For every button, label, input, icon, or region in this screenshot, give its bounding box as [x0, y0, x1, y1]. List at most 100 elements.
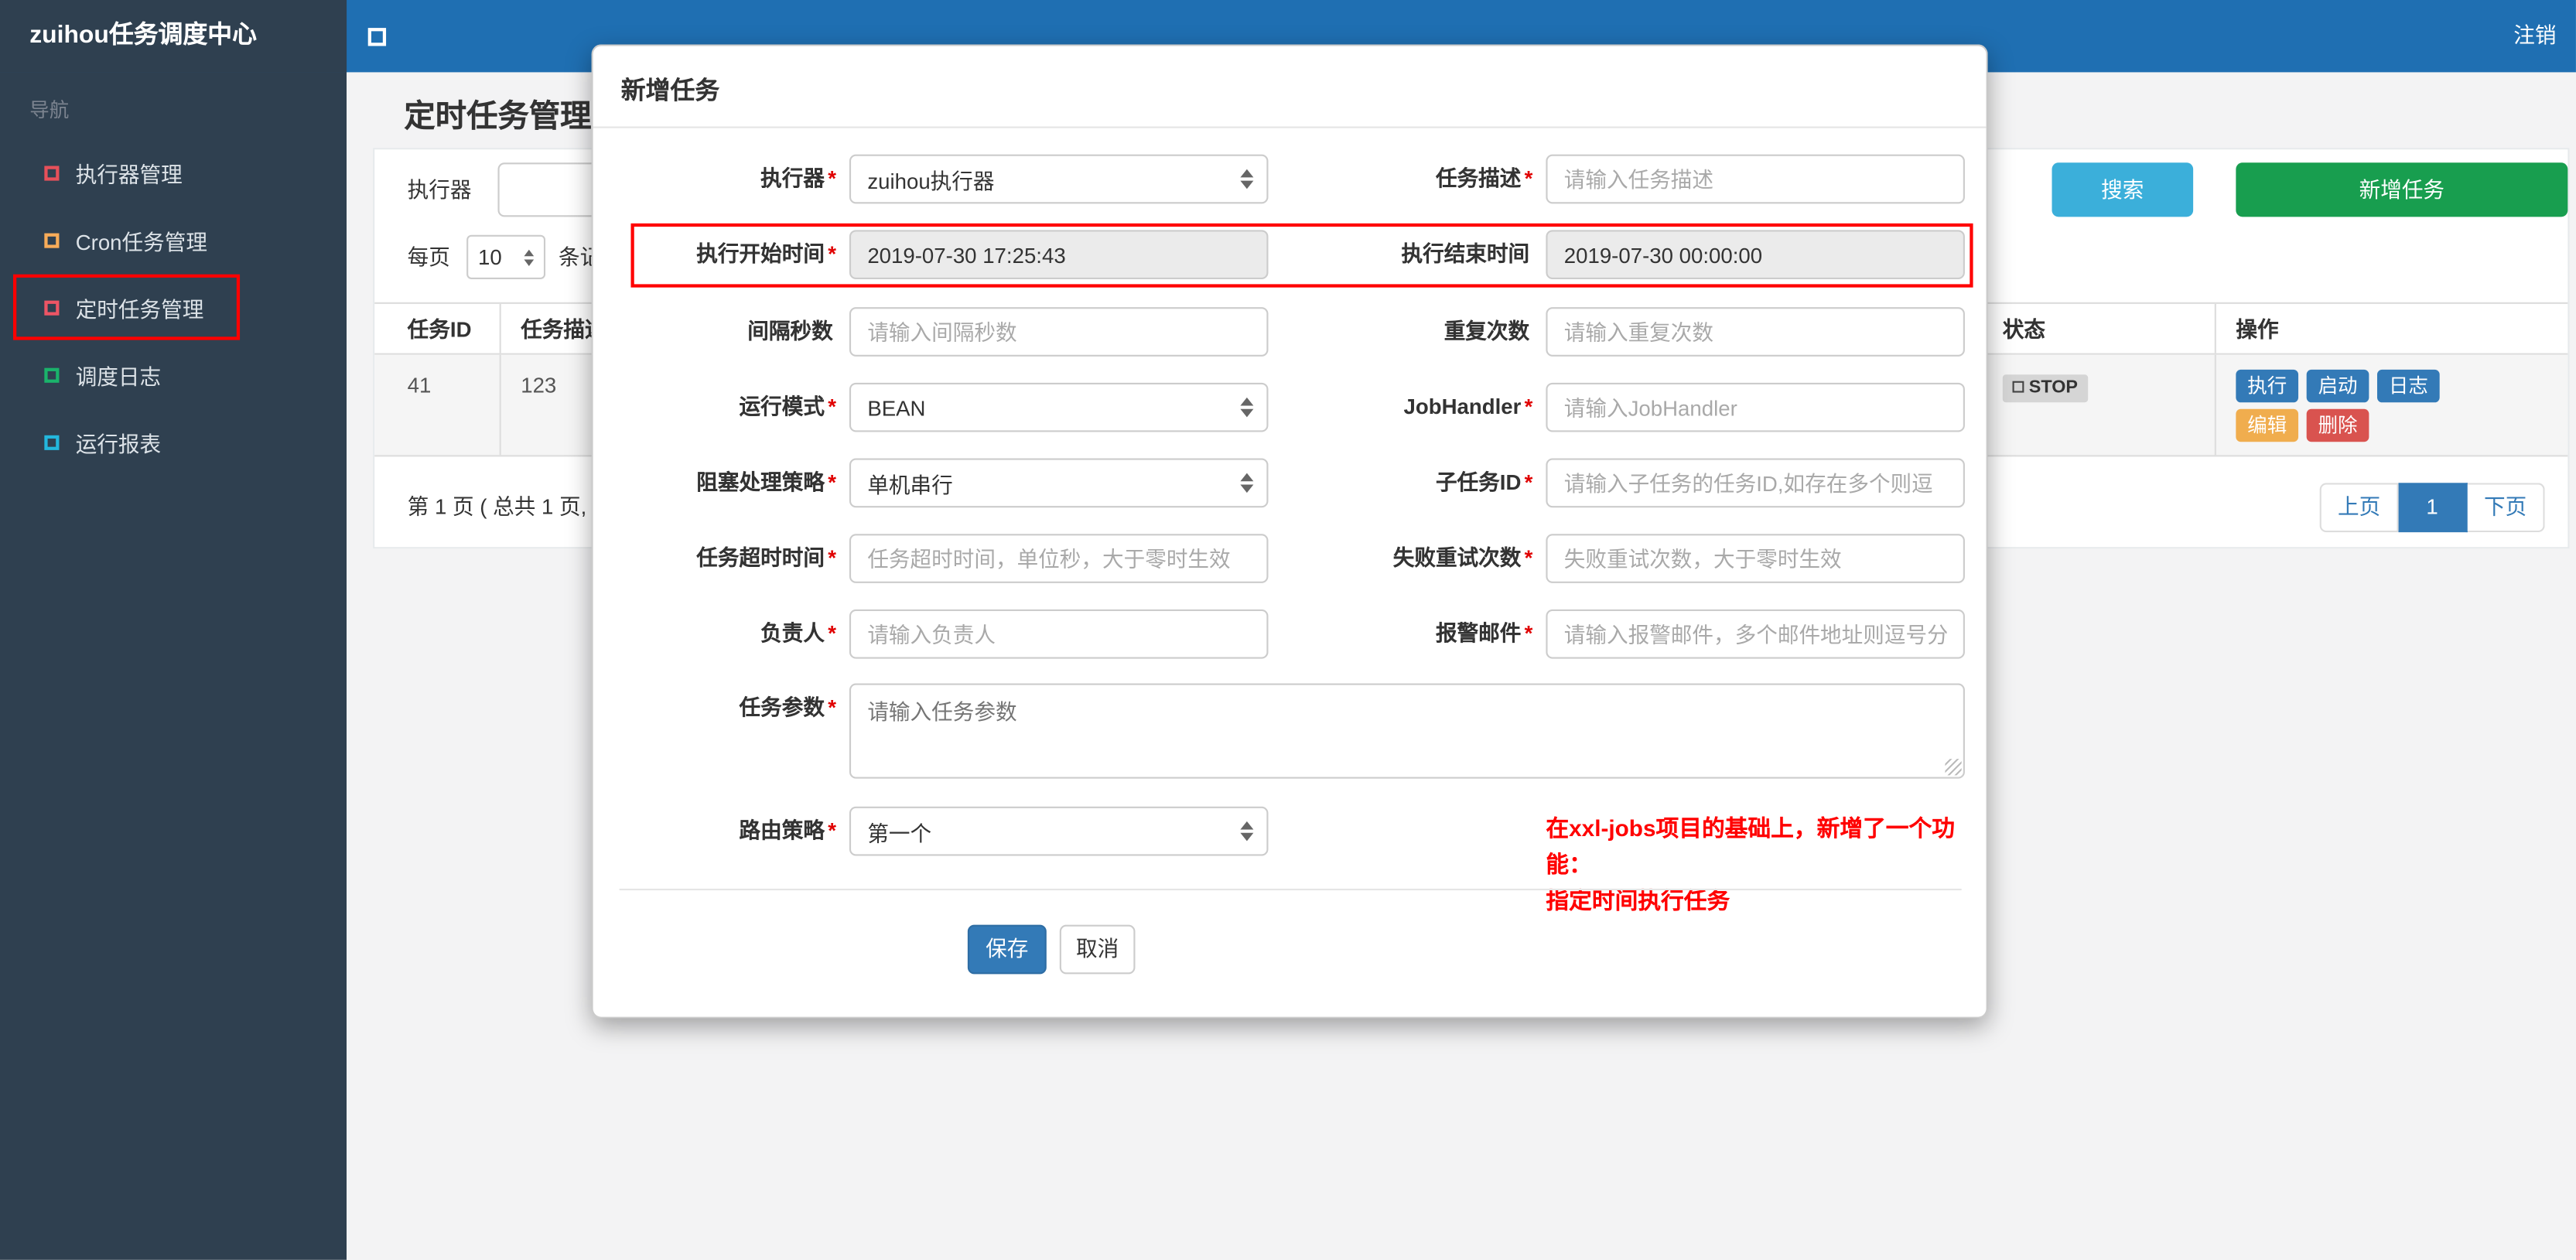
required-asterisk: *	[828, 394, 836, 419]
required-asterisk: *	[828, 545, 836, 570]
square-icon	[44, 300, 60, 316]
alarm-email-input[interactable]	[1546, 609, 1965, 659]
form-row-block-strategy: 阻塞处理策略 * 单机串行 子任务ID *	[593, 458, 1987, 508]
required-asterisk: *	[1524, 545, 1533, 570]
sidebar-item-label: Cron任务管理	[75, 230, 207, 255]
feature-note-line2: 指定时间执行任务	[1546, 886, 1730, 913]
required-asterisk: *	[828, 620, 836, 646]
sidebar-item-label: 执行器管理	[75, 162, 183, 188]
page-title: 定时任务管理	[404, 100, 592, 135]
feature-note: 在xxl-jobs项目的基础上，新增了一个功能： 指定时间执行任务	[1546, 810, 1993, 918]
per-page-select[interactable]: 10	[466, 234, 546, 280]
executor-label: 执行器 *	[760, 166, 836, 191]
executor-filter-label: 执行器	[407, 177, 472, 203]
form-row-params: 任务参数 *	[593, 683, 1987, 779]
required-asterisk: *	[1524, 620, 1533, 646]
save-button[interactable]: 保存	[967, 924, 1047, 975]
add-task-button[interactable]: 新增任务	[2236, 162, 2568, 217]
required-asterisk: *	[1524, 394, 1533, 419]
run-mode-label: 运行模式 *	[739, 394, 836, 419]
sidebar-item-run-report[interactable]: 运行报表	[0, 409, 347, 476]
per-page-value: 10	[477, 244, 502, 270]
required-asterisk: *	[828, 166, 836, 191]
sidebar-section-label: 导航	[29, 98, 70, 122]
select-arrows-icon	[1240, 821, 1254, 842]
sidebar-item-dispatch-log[interactable]: 调度日志	[0, 342, 347, 409]
sidebar-item-label: 调度日志	[75, 364, 162, 390]
sidebar: 导航 执行器管理 Cron任务管理 定时任务管理 调度日志 运行报表	[0, 72, 347, 1260]
retry-count-input[interactable]	[1546, 534, 1965, 583]
form-row-interval: 间隔秒数 重复次数	[593, 307, 1987, 357]
pagination-next-button[interactable]: 下页	[2467, 483, 2545, 533]
pagination-summary: 第 1 页 ( 总共 1 页, 1	[407, 494, 605, 520]
select-value: 第一个	[867, 820, 932, 845]
task-desc-label: 任务描述 *	[1435, 166, 1533, 191]
action-log-button[interactable]: 日志	[2377, 369, 2440, 403]
add-task-modal: 新增任务 执行器* zuihou执行器 任务描述* 执行开始时间* 执行结束时间…	[591, 44, 1988, 1019]
task-params-textarea[interactable]	[849, 683, 1965, 779]
status-cell: STOP	[1981, 354, 2215, 456]
textarea-resize-handle[interactable]	[1945, 759, 1962, 776]
form-row-owner: 负责人* 报警邮件*	[593, 609, 1987, 659]
jobhandler-label: JobHandler *	[1403, 394, 1533, 419]
sidebar-item-label: 定时任务管理	[75, 297, 204, 323]
cancel-button[interactable]: 取消	[1059, 924, 1136, 975]
logout-link[interactable]: 注销	[2513, 0, 2556, 72]
required-asterisk: *	[828, 695, 836, 720]
col-status: 状态	[1981, 303, 2215, 353]
task-params-wrap	[849, 683, 1965, 779]
required-asterisk: *	[828, 470, 836, 495]
pagination-prev-button[interactable]: 上页	[2319, 483, 2399, 533]
actions-cell: 执行 启动 日志 编辑 删除	[2214, 354, 2566, 456]
repeat-count-label: 重复次数	[1443, 318, 1530, 343]
child-task-id-label: 子任务ID *	[1435, 470, 1533, 495]
action-start-button[interactable]: 启动	[2306, 369, 2369, 403]
form-row-route: 路由策略 * 第一个 在xxl-jobs项目的基础上，新增了一个功能： 指定时间执…	[593, 806, 1987, 913]
modal-title: 新增任务	[620, 77, 720, 105]
status-badge: STOP	[2002, 374, 2088, 403]
select-value: 单机串行	[867, 472, 953, 497]
sidebar-item-timed-task[interactable]: 定时任务管理	[0, 275, 347, 342]
square-icon	[44, 367, 60, 383]
required-asterisk: *	[1524, 470, 1533, 495]
square-icon	[44, 233, 60, 248]
action-delete-button[interactable]: 删除	[2306, 408, 2369, 442]
task-params-label: 任务参数 *	[739, 695, 836, 720]
owner-label: 负责人 *	[760, 620, 836, 646]
route-strategy-select[interactable]: 第一个	[849, 806, 1269, 856]
pagination-page-1-button[interactable]: 1	[2398, 483, 2468, 533]
required-asterisk: *	[828, 818, 836, 843]
sidebar-item-label: 运行报表	[75, 432, 162, 457]
pagination: 上页 1 下页	[2319, 483, 2545, 533]
repeat-count-input[interactable]	[1546, 307, 1965, 357]
form-row-runmode: 运行模式 * BEAN JobHandler *	[593, 382, 1987, 432]
col-task-id: 任务ID	[407, 316, 472, 342]
form-row-time: 执行开始时间* 执行结束时间	[593, 230, 1987, 280]
action-edit-button[interactable]: 编辑	[2236, 408, 2299, 442]
form-row-timeout: 任务超时时间* 失败重试次数*	[593, 534, 1987, 583]
end-time-label: 执行结束时间	[1401, 241, 1530, 267]
feature-note-line1: 在xxl-jobs项目的基础上，新增了一个功能：	[1546, 814, 1956, 878]
sidebar-item-executor-manage[interactable]: 执行器管理	[0, 140, 347, 207]
start-time-label: 执行开始时间 *	[696, 241, 836, 267]
search-button[interactable]: 搜索	[2052, 162, 2194, 217]
end-time-input[interactable]	[1546, 230, 1965, 280]
jobhandler-input[interactable]	[1546, 382, 1965, 432]
timeout-label: 任务超时时间 *	[696, 545, 836, 570]
select-value: zuihou执行器	[867, 168, 995, 193]
interval-label: 间隔秒数	[747, 318, 833, 343]
block-strategy-label: 阻塞处理策略 *	[696, 470, 836, 495]
child-task-id-input[interactable]	[1546, 458, 1965, 508]
stop-square-icon	[2012, 381, 2024, 393]
action-run-button[interactable]: 执行	[2236, 369, 2299, 403]
sidebar-item-cron-task[interactable]: Cron任务管理	[0, 207, 347, 275]
square-icon	[44, 166, 60, 181]
task-id-value: 41	[407, 373, 432, 398]
sidebar-toggle-icon[interactable]	[367, 28, 387, 46]
select-value: BEAN	[867, 394, 926, 420]
modal-header: 新增任务	[593, 46, 1987, 128]
per-page-label: 每页	[407, 244, 450, 270]
square-icon	[44, 435, 60, 450]
task-desc-input[interactable]	[1546, 154, 1965, 204]
required-asterisk: *	[1524, 166, 1533, 191]
